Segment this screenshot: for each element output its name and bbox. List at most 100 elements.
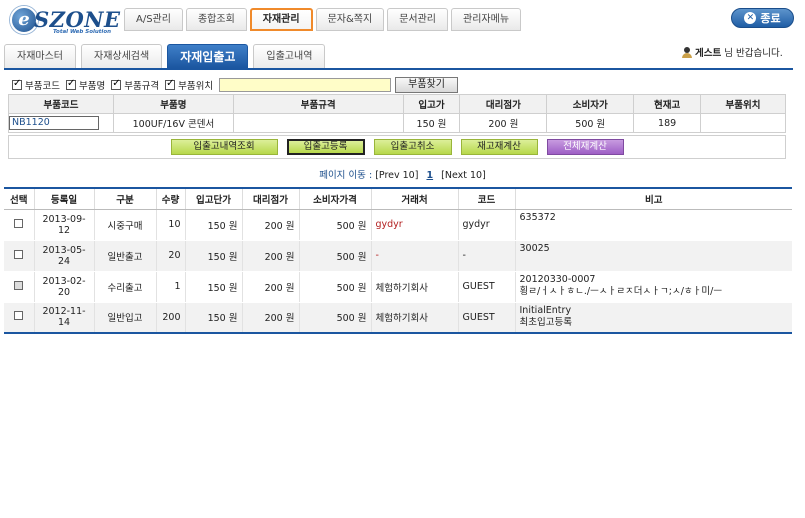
select-cell	[4, 209, 35, 241]
row-qty: 20	[156, 240, 186, 272]
checkbox-part-name[interactable]: 부품명	[65, 78, 105, 92]
tab-material-search[interactable]: 자재상세검색	[81, 44, 163, 68]
topnav-admin[interactable]: 관리자메뉴	[451, 8, 522, 31]
logo: e SZONE Total Web Solution	[10, 6, 120, 36]
row-qty: 10	[156, 209, 186, 241]
checkbox-icon[interactable]	[12, 78, 22, 90]
memo-line: 횡ㄹ/ㅓㅅㅏㅎㄴ./ㅡㅅㅏㄹㅈ더ㅅㅏㄱ;ㅅ/ㅎㅏ미/ㅡ	[519, 285, 723, 297]
user-icon	[682, 46, 692, 58]
row-consumer-price: 500 원	[299, 209, 372, 241]
row-date: 2013-02-20	[34, 271, 95, 303]
inout-register-button[interactable]: 입출고등록	[286, 139, 365, 155]
topnav-as[interactable]: A/S관리	[124, 8, 183, 31]
find-part-button[interactable]: 부품찾기	[395, 77, 458, 93]
row-type: 일반출고	[94, 240, 157, 272]
select-cell	[4, 302, 35, 334]
row-memo: 20120330-0007 횡ㄹ/ㅓㅅㅏㅎㄴ./ㅡㅅㅏㄹㅈ더ㅅㅏㄱ;ㅅ/ㅎㅏ미/ㅡ	[515, 271, 792, 303]
row-memo: 635372	[515, 209, 792, 241]
checkbox-icon[interactable]	[165, 78, 176, 90]
topnav-messages[interactable]: 문자&쪽지	[315, 8, 385, 31]
checkbox-label: 부품코드	[25, 81, 60, 92]
row-vendor: gydyr	[371, 209, 459, 241]
table-row: 2012-11-14 일반입고 200 150 원 200 원 500 원 체험…	[4, 302, 792, 334]
exit-label: 종료	[760, 12, 781, 25]
part-info-table: 부품코드 부품명 부품규격 입고가 대리점가 소비자가 현재고 부품위치 NB1…	[8, 94, 786, 133]
col-header: 거래처	[371, 187, 459, 210]
row-checkbox[interactable]	[14, 311, 24, 321]
row-qty: 1	[156, 271, 186, 303]
part-code-input[interactable]: NB1120	[9, 116, 99, 130]
row-date: 2013-05-24	[34, 240, 95, 272]
select-cell	[4, 271, 35, 303]
pager-prev[interactable]: [Prev 10]	[375, 170, 418, 181]
row-type: 시중구매	[94, 209, 157, 241]
col-header: 수량	[156, 187, 186, 210]
row-memo: InitialEntry 최초입고등록	[515, 302, 792, 334]
row-consumer-price: 500 원	[299, 302, 372, 334]
row-code: gydyr	[458, 209, 516, 241]
action-bar: 입출고내역조회 입출고등록 입출고취소 재고재계산 전체재계산	[8, 135, 786, 159]
row-checkbox[interactable]	[14, 280, 24, 290]
pager-current[interactable]: 1	[426, 170, 433, 181]
pagination: 페이지 이동 : [Prev 10] 1 [Next 10]	[0, 167, 805, 181]
row-date: 2012-11-14	[34, 302, 95, 334]
top-navigation: A/S관리 종합조회 자재관리 문자&쪽지 문서관리 관리자메뉴	[124, 8, 522, 31]
table-row: 2013-09-12 시중구매 10 150 원 200 원 500 원 gyd…	[4, 209, 792, 241]
memo-line: InitialEntry	[519, 304, 572, 316]
checkbox-label: 부품규격	[124, 81, 160, 92]
memo-line: 635372	[519, 211, 556, 223]
table-row: 2013-05-24 일반출고 20 150 원 200 원 500 원 - -…	[4, 240, 792, 272]
logo-subtitle: Total Web Solution	[53, 29, 112, 35]
greeting-suffix: 님 반갑습니다.	[724, 48, 783, 59]
col-header: 등록일	[34, 187, 95, 210]
row-unit-price: 150 원	[185, 209, 243, 241]
checkbox-part-location[interactable]: 부품위치	[165, 78, 213, 92]
col-header: 비고	[515, 187, 792, 210]
row-date: 2013-09-12	[34, 209, 95, 241]
col-header: 부품규격	[232, 94, 404, 114]
checkbox-part-code[interactable]: 부품코드	[12, 78, 60, 92]
row-unit-price: 150 원	[185, 302, 243, 334]
row-memo: 30025	[515, 240, 792, 272]
pager-next[interactable]: [Next 10]	[441, 170, 486, 181]
part-location	[700, 113, 786, 133]
row-dealer-price: 200 원	[242, 209, 300, 241]
col-header: 소비자가격	[299, 187, 372, 210]
tab-material-master[interactable]: 자재마스터	[4, 44, 76, 68]
total-recalc-button[interactable]: 전체재계산	[546, 139, 624, 155]
consumer-price: 500 원	[546, 113, 635, 133]
search-row: 부품코드 부품명 부품규격 부품위치 부품찾기	[12, 77, 458, 93]
topnav-materials[interactable]: 자재관리	[249, 8, 313, 31]
dealer-price: 200 원	[459, 113, 548, 133]
row-dealer-price: 200 원	[242, 240, 300, 272]
tab-material-inout[interactable]: 자재입출고	[167, 44, 249, 68]
col-header: 코드	[458, 187, 516, 210]
row-dealer-price: 200 원	[242, 302, 300, 334]
stock-recalc-button[interactable]: 재고재계산	[460, 139, 538, 155]
inout-history-button[interactable]: 입출고내역조회	[170, 139, 278, 155]
row-checkbox[interactable]	[14, 218, 24, 228]
inout-history-table: 선택 등록일 구분 수량 입고단가 대리점가 소비자가격 거래처 코드 비고 2…	[4, 187, 792, 334]
topnav-documents[interactable]: 문서관리	[387, 8, 449, 31]
memo-line: 30025	[519, 242, 550, 254]
checkbox-icon[interactable]	[65, 78, 76, 90]
search-input[interactable]	[219, 78, 392, 92]
col-header: 부품위치	[700, 94, 786, 114]
inout-cancel-button[interactable]: 입출고취소	[373, 139, 452, 155]
row-checkbox[interactable]	[14, 249, 24, 259]
col-header: 대리점가	[242, 187, 300, 210]
checkbox-icon[interactable]	[111, 78, 122, 90]
checkbox-part-spec[interactable]: 부품규격	[111, 78, 159, 92]
part-code-cell: NB1120	[8, 113, 114, 133]
select-cell	[4, 240, 35, 272]
tab-inout-history[interactable]: 입출고내역	[253, 44, 326, 68]
row-type: 일반입고	[94, 302, 157, 334]
row-unit-price: 150 원	[185, 271, 243, 303]
col-header: 현재고	[633, 94, 702, 114]
user-name: 게스트	[695, 48, 722, 59]
memo-line: 20120330-0007	[519, 273, 596, 285]
row-code: GUEST	[458, 271, 516, 303]
pager-label: 페이지 이동 :	[319, 170, 373, 181]
topnav-overview[interactable]: 종합조회	[185, 8, 247, 31]
exit-button[interactable]: ✕ 종료	[731, 8, 794, 28]
